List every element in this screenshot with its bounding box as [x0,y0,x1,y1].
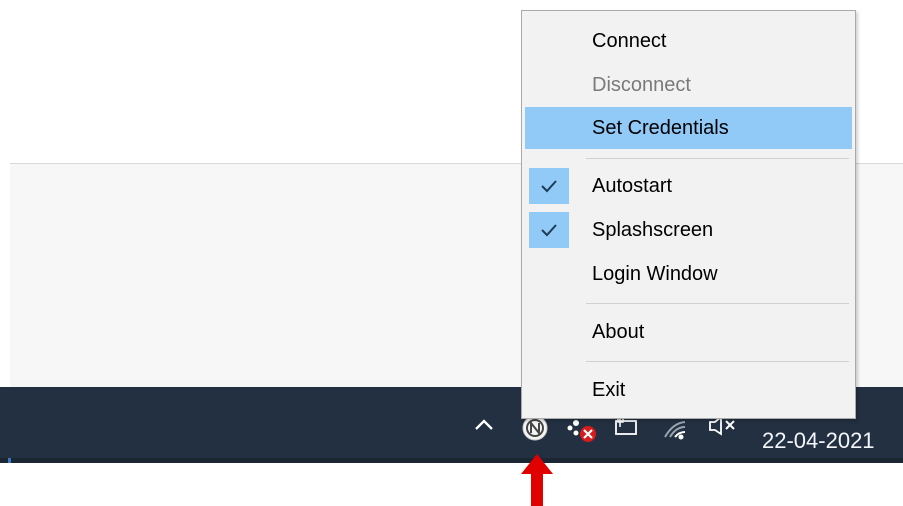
menu-item-about[interactable]: About [525,311,852,353]
annotation-arrow-shaft [531,468,543,506]
menu-item-label: Connect [592,30,667,52]
chevron-up-icon[interactable] [473,414,495,434]
menu-item-connect[interactable]: Connect [525,20,852,62]
menu-item-label: Exit [592,379,626,401]
menu-item-label: Autostart [592,175,673,197]
battery-icon[interactable] [612,416,640,438]
menu-separator [586,158,849,159]
taskbar-left-indicator [8,458,11,463]
menu-separator [586,303,849,304]
menu-separator [586,361,849,362]
menu-item-autostart[interactable]: Autostart [525,165,852,207]
menu-item-label: Disconnect [592,74,691,96]
menu-item-label: Login Window [592,263,718,285]
menu-item-label: About [592,321,645,343]
menu-item-exit[interactable]: Exit [525,369,852,411]
menu-item-splashscreen[interactable]: Splashscreen [525,209,852,251]
checkmark-icon [529,168,569,204]
context-menu: Connect Disconnect Set Credentials Autos… [521,10,856,419]
taskbar-date[interactable]: 22-04-2021 [762,426,882,456]
menu-item-set-credentials[interactable]: Set Credentials [525,107,852,149]
menu-item-label: Splashscreen [592,219,714,241]
menu-item-label: Set Credentials [592,117,729,139]
menu-item-login-window[interactable]: Login Window [525,253,852,295]
taskbar-bottom-edge [0,458,903,463]
menu-item-disconnect: Disconnect [525,64,852,106]
checkmark-icon [529,212,569,248]
